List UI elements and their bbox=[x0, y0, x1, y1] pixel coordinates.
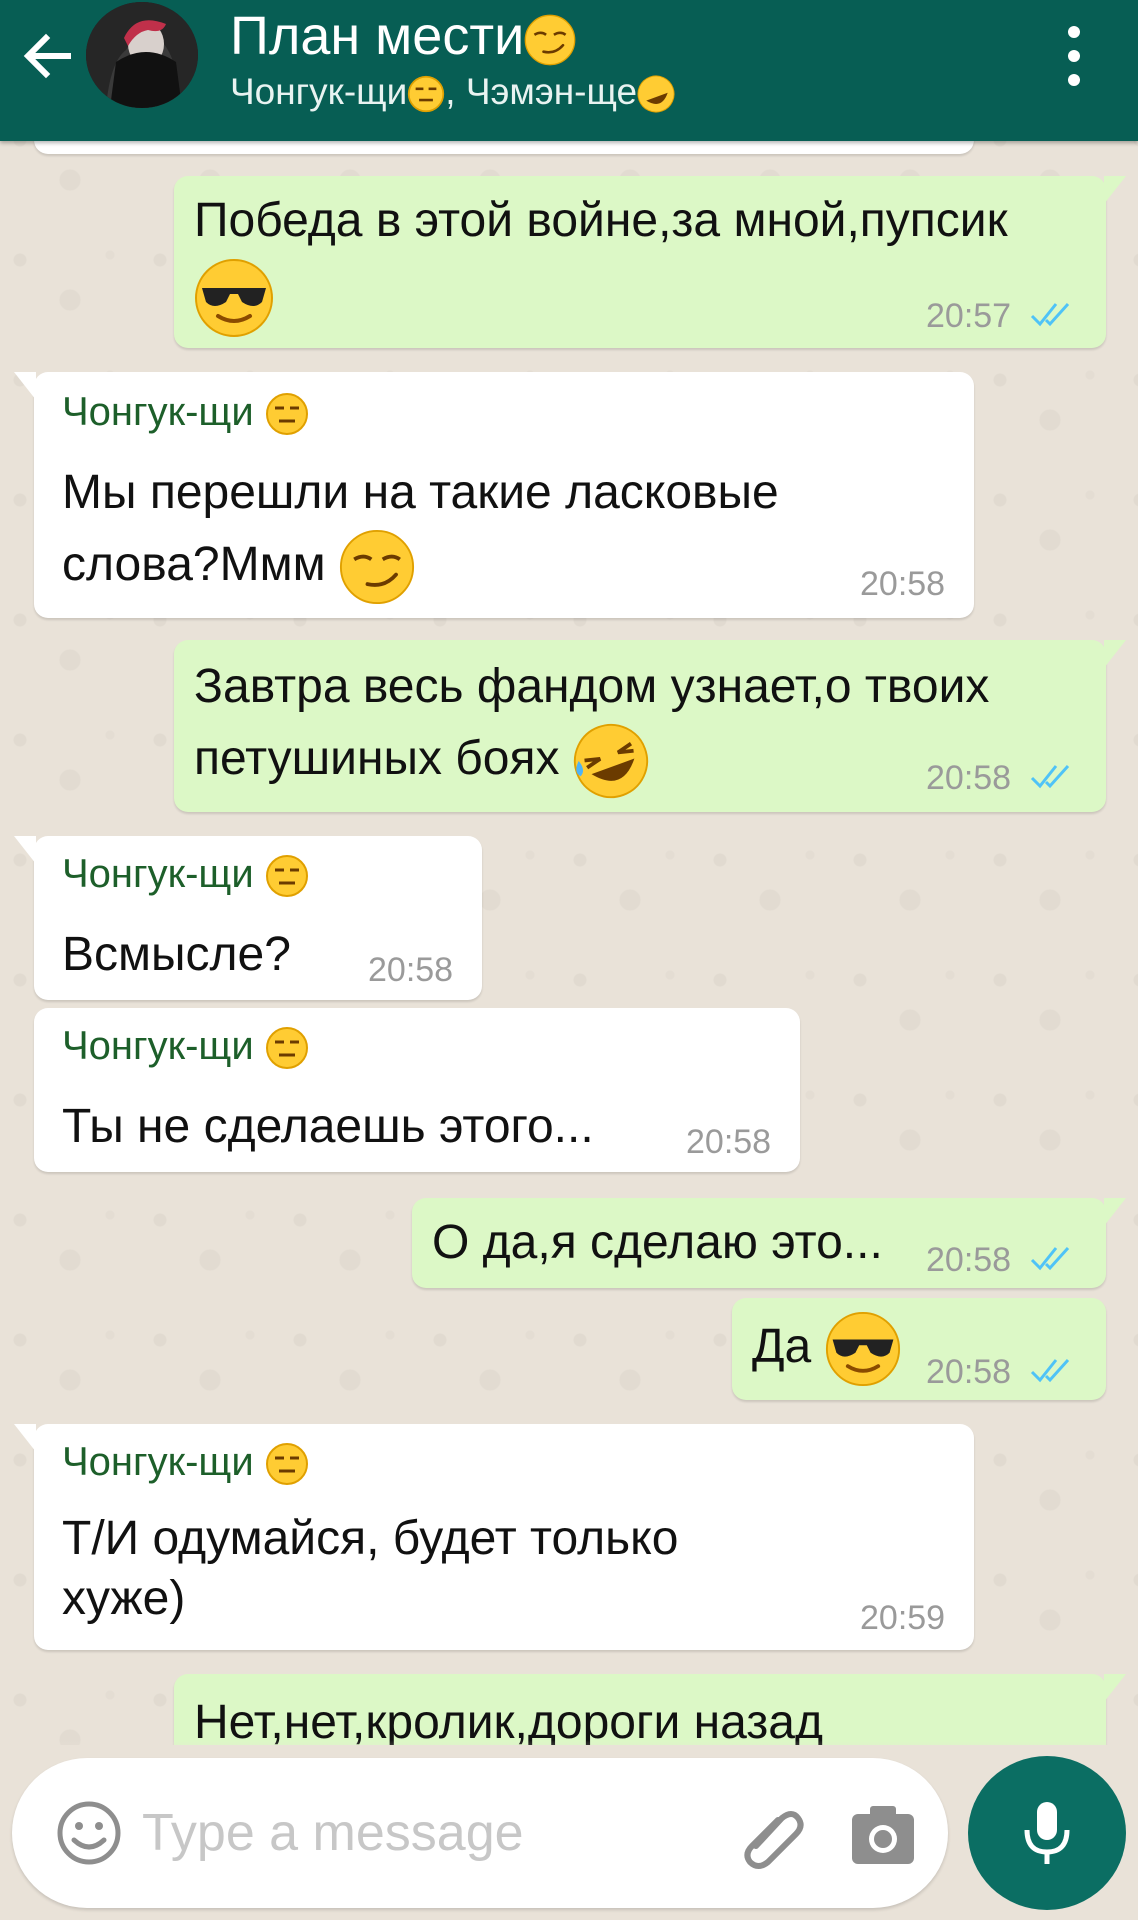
message-bubble-incoming[interactable]: Чонгук-щи Мы перешли на такие ласковые с… bbox=[14, 372, 974, 618]
message-text: Победа в этой войне,за мной,пупсик bbox=[194, 194, 1008, 247]
voice-record-button[interactable] bbox=[968, 1756, 1126, 1910]
bubble-tail bbox=[1104, 1198, 1126, 1226]
expressionless-emoji bbox=[408, 76, 445, 113]
double-check-icon bbox=[1030, 1358, 1070, 1383]
paperclip-icon[interactable] bbox=[736, 1800, 810, 1874]
message-bubble-outgoing[interactable]: Да 20:58 bbox=[732, 1298, 1106, 1400]
message-bubble-incoming[interactable]: Чонгук-щи Ты не сделаешь этого... 20:58 bbox=[34, 1008, 800, 1172]
bubble-tail bbox=[14, 836, 36, 864]
chat-title[interactable]: План мести bbox=[230, 6, 576, 66]
expressionless-emoji bbox=[265, 1027, 308, 1070]
double-check-icon bbox=[1030, 302, 1070, 327]
message-text: петушиных боях bbox=[194, 722, 649, 799]
double-check-icon bbox=[1030, 1246, 1070, 1271]
sunglasses-emoji bbox=[194, 258, 274, 360]
bubble-tail bbox=[1104, 1674, 1126, 1702]
message-text: Мы перешли на такие ласковые bbox=[62, 466, 779, 519]
message-text: Да bbox=[752, 1310, 901, 1387]
bubble-tail bbox=[14, 1424, 36, 1452]
message-time: 20:57 bbox=[926, 297, 1012, 335]
expressionless-emoji bbox=[265, 855, 308, 898]
message-text: хуже) bbox=[62, 1572, 186, 1625]
sunglasses-emoji bbox=[825, 1312, 900, 1387]
smirk-emoji bbox=[339, 530, 414, 605]
rofl-emoji bbox=[637, 75, 675, 113]
double-check-icon bbox=[1030, 764, 1070, 789]
message-text: О да,я сделаю это... bbox=[432, 1216, 883, 1269]
message-bubble-outgoing[interactable]: Победа в этой войне,за мной,пупсик 20:57 bbox=[174, 176, 1126, 348]
expressionless-emoji bbox=[265, 393, 308, 436]
smirk-emoji bbox=[524, 14, 576, 66]
message-bubble-outgoing[interactable]: О да,я сделаю это... 20:58 bbox=[412, 1198, 1126, 1288]
more-vert-icon bbox=[1068, 26, 1080, 38]
avatar-image bbox=[86, 2, 198, 108]
camera-icon[interactable] bbox=[848, 1800, 918, 1870]
message-text: Завтра весь фандом узнает,о твоих bbox=[194, 660, 990, 713]
message-text: Всмысле? bbox=[62, 928, 291, 981]
message-time: 20:58 bbox=[926, 759, 1012, 797]
sender-name: Чонгук-щи bbox=[62, 1438, 309, 1486]
message-time: 20:58 bbox=[860, 565, 946, 603]
back-arrow-icon bbox=[23, 33, 71, 79]
message-text: Ты не сделаешь этого... bbox=[62, 1100, 594, 1153]
expressionless-emoji bbox=[265, 1443, 308, 1486]
bubble-tail bbox=[1104, 640, 1126, 668]
back-button[interactable] bbox=[18, 26, 78, 86]
message-input[interactable] bbox=[142, 1796, 702, 1870]
bubble-tail bbox=[1104, 176, 1126, 204]
message-time: 20:58 bbox=[926, 1241, 1012, 1279]
message-bubble-incoming[interactable]: Чонгук-щи Всмысле? 20:58 bbox=[14, 836, 482, 1000]
sender-name: Чонгук-щи bbox=[62, 388, 309, 436]
chat-participants: Чонгук-щи, Чэмэн-ще bbox=[230, 70, 675, 114]
microphone-icon bbox=[1024, 1802, 1070, 1864]
rofl-emoji bbox=[573, 724, 648, 799]
compose-bar bbox=[12, 1758, 948, 1908]
group-avatar[interactable] bbox=[86, 2, 198, 108]
message-list[interactable]: Победа в этой войне,за мной,пупсик 20:57… bbox=[0, 0, 1138, 1920]
message-time: 20:58 bbox=[686, 1123, 772, 1161]
emoji-smiley-icon[interactable] bbox=[54, 1798, 124, 1868]
message-time: 20:58 bbox=[368, 951, 454, 989]
sender-name: Чонгук-щи bbox=[62, 1022, 309, 1070]
bubble-tail bbox=[14, 372, 36, 400]
more-options-button[interactable] bbox=[1050, 24, 1098, 90]
chat-header: План мести Чонгук-щи, Чэмэн-ще bbox=[0, 0, 1138, 141]
message-text: Т/И одумайся, будет только bbox=[62, 1512, 679, 1565]
message-time: 20:59 bbox=[860, 1599, 946, 1637]
message-bubble-incoming[interactable]: Чонгук-щи Т/И одумайся, будет только хуж… bbox=[14, 1424, 974, 1650]
sender-name: Чонгук-щи bbox=[62, 850, 309, 898]
message-text: слова?Ммм bbox=[62, 528, 415, 605]
message-bubble-outgoing[interactable]: Завтра весь фандом узнает,о твоих петуши… bbox=[174, 640, 1126, 812]
message-time: 20:58 bbox=[926, 1353, 1012, 1391]
